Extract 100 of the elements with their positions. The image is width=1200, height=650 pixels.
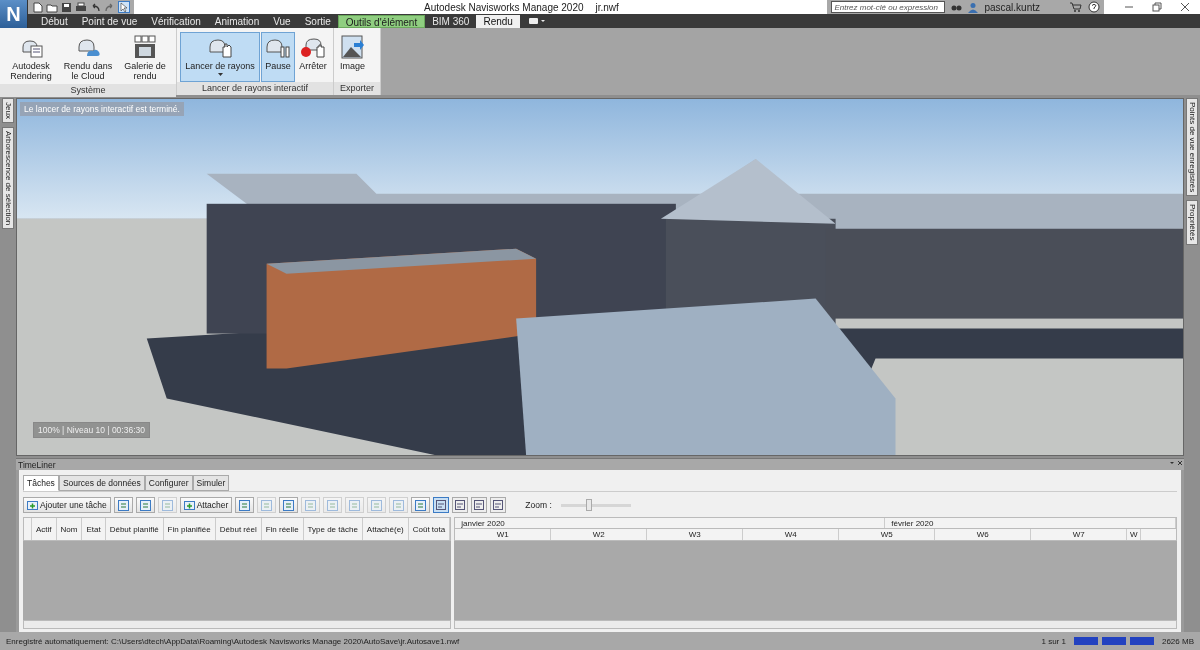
ribbon-button[interactable]: Image <box>337 32 368 82</box>
select-arrow-icon[interactable] <box>118 1 130 13</box>
restore-icon[interactable] <box>1152 2 1162 12</box>
zoom-label: Zoom : <box>525 500 552 511</box>
cart-icon[interactable] <box>1070 2 1082 12</box>
view-mode-button[interactable] <box>433 497 450 514</box>
ribbon-tab[interactable]: Outils d'élément <box>337 15 426 28</box>
user-icon <box>968 1 979 13</box>
print-icon[interactable] <box>75 1 87 13</box>
panel-title: Lancer de rayons interactif <box>177 82 333 95</box>
ribbon-button[interactable]: Galerie de rendu <box>117 32 173 84</box>
view-mode-button[interactable] <box>471 497 488 514</box>
ribbon-tab[interactable]: Rendu <box>476 15 520 28</box>
view-layout-icon <box>493 500 504 511</box>
toolbar-button[interactable] <box>135 497 155 514</box>
week-header: W1 <box>455 529 552 541</box>
week-header: W <box>1127 529 1142 541</box>
toolbar-button[interactable]: Ajouter une tâche <box>23 497 111 514</box>
file-name: jr.nwf <box>595 1 619 13</box>
toolbar-button[interactable] <box>235 497 255 514</box>
status-message: Le lancer de rayons interactif est terminé. <box>20 102 184 116</box>
ribbon-tab[interactable]: BIM 360 <box>425 15 477 28</box>
task-tool-icon <box>161 499 173 511</box>
help-icon[interactable] <box>1088 1 1100 13</box>
toolbar-button[interactable]: Attacher <box>179 497 233 514</box>
task-tool-icon <box>415 499 427 511</box>
ribbon-button[interactable]: Lancer de rayons <box>180 32 260 82</box>
task-tool-icon <box>305 499 317 511</box>
week-header: W2 <box>551 529 648 541</box>
slider-thumb[interactable] <box>586 498 593 511</box>
horizontal-scrollbar[interactable] <box>454 620 1177 629</box>
undo-icon[interactable] <box>90 1 101 13</box>
side-panel-tab[interactable]: Arborescence de sélection <box>2 126 14 230</box>
column-header[interactable]: Coût tota <box>408 518 451 541</box>
ribbon-button[interactable]: Arrêter <box>296 32 330 82</box>
save-icon[interactable] <box>61 1 72 13</box>
task-tool-icon <box>371 499 383 511</box>
caret-icon <box>217 73 223 76</box>
horizontal-scrollbar[interactable] <box>23 620 452 629</box>
panel-title: Exporter <box>334 82 380 95</box>
task-tool-icon <box>261 499 273 511</box>
user-name[interactable]: pascal.kuntz <box>984 1 1040 13</box>
column-header[interactable]: Type de tâche <box>303 518 363 541</box>
view-layout-icon <box>436 500 447 511</box>
task-tool-icon <box>117 499 129 511</box>
task-tool-icon <box>327 499 339 511</box>
close-icon[interactable] <box>1180 2 1190 12</box>
view-mode-button[interactable] <box>490 497 507 514</box>
week-header: W5 <box>839 529 936 541</box>
ribbon-tab[interactable]: Vérification <box>144 15 208 28</box>
week-header: W7 <box>1031 529 1128 541</box>
app-menu-button[interactable]: N <box>0 0 28 28</box>
toolbar-button[interactable] <box>113 497 133 514</box>
column-header[interactable]: Etat <box>82 518 106 541</box>
month-header: février 2020 <box>885 518 1176 529</box>
column-header[interactable]: Début réel <box>215 518 262 541</box>
task-tool-icon <box>283 499 295 511</box>
panel-title: TimeLiner <box>18 459 56 471</box>
ribbon-tab[interactable]: Vue <box>266 15 298 28</box>
view-info-label: 100% | Niveau 10 | 00:36:30 <box>33 422 150 439</box>
ribbon-button[interactable]: Rendu dans le Cloud <box>60 32 116 84</box>
timeliner-tab[interactable]: Tâches <box>23 475 59 492</box>
timeliner-tab[interactable]: Simuler <box>192 475 230 492</box>
toolbar-button[interactable] <box>411 497 431 514</box>
side-panel-tab[interactable]: Propriétés <box>1186 200 1198 245</box>
redo-icon[interactable] <box>104 1 115 13</box>
timeliner-tab[interactable]: Configurer <box>144 475 193 492</box>
column-header[interactable]: Nom <box>56 518 83 541</box>
new-file-icon[interactable] <box>32 1 43 13</box>
view-layout-icon <box>474 500 485 511</box>
column-header[interactable]: Actif <box>32 518 57 541</box>
side-panel-tab[interactable]: Points de vue enregistrés <box>1186 98 1198 197</box>
search-field[interactable]: Entrez mot-clé ou expression <box>831 1 946 13</box>
week-header: W4 <box>743 529 840 541</box>
toolbar-button[interactable] <box>279 497 299 514</box>
column-header[interactable]: Début planifié <box>105 518 164 541</box>
column-header[interactable]: Fin planifiée <box>163 518 216 541</box>
timeliner-tab[interactable]: Sources de données <box>58 475 145 492</box>
ribbon-tab[interactable]: Point de vue <box>74 15 145 28</box>
ribbon-tab[interactable]: Sortie <box>297 15 338 28</box>
page-indicator: 1 sur 1 <box>1041 636 1066 646</box>
teapot-stop-icon <box>299 35 327 59</box>
side-panel-tab[interactable]: Jeux <box>2 98 14 123</box>
gallery-icon <box>133 35 157 59</box>
view-mode-button[interactable] <box>452 497 469 514</box>
ribbon-button[interactable]: Autodesk Rendering <box>3 32 59 84</box>
window-title: Autodesk Navisworks Manage 2020 <box>424 1 584 13</box>
memory-usage: 2626 MB <box>1161 636 1194 646</box>
ribbon-button[interactable]: Pause <box>261 32 295 82</box>
panel-title: Système <box>0 84 176 97</box>
ribbon-tab[interactable]: Animation <box>207 15 267 28</box>
ribbon-tab[interactable]: Début <box>34 15 75 28</box>
column-header[interactable]: Fin réelle <box>261 518 304 541</box>
task-tool-icon <box>349 499 361 511</box>
task-tool-icon <box>393 499 405 511</box>
week-header: W3 <box>647 529 744 541</box>
column-header[interactable]: Attaché(e) <box>362 518 409 541</box>
add-task-icon <box>183 499 195 511</box>
add-task-icon <box>27 499 38 511</box>
camera-icon[interactable] <box>527 16 546 26</box>
